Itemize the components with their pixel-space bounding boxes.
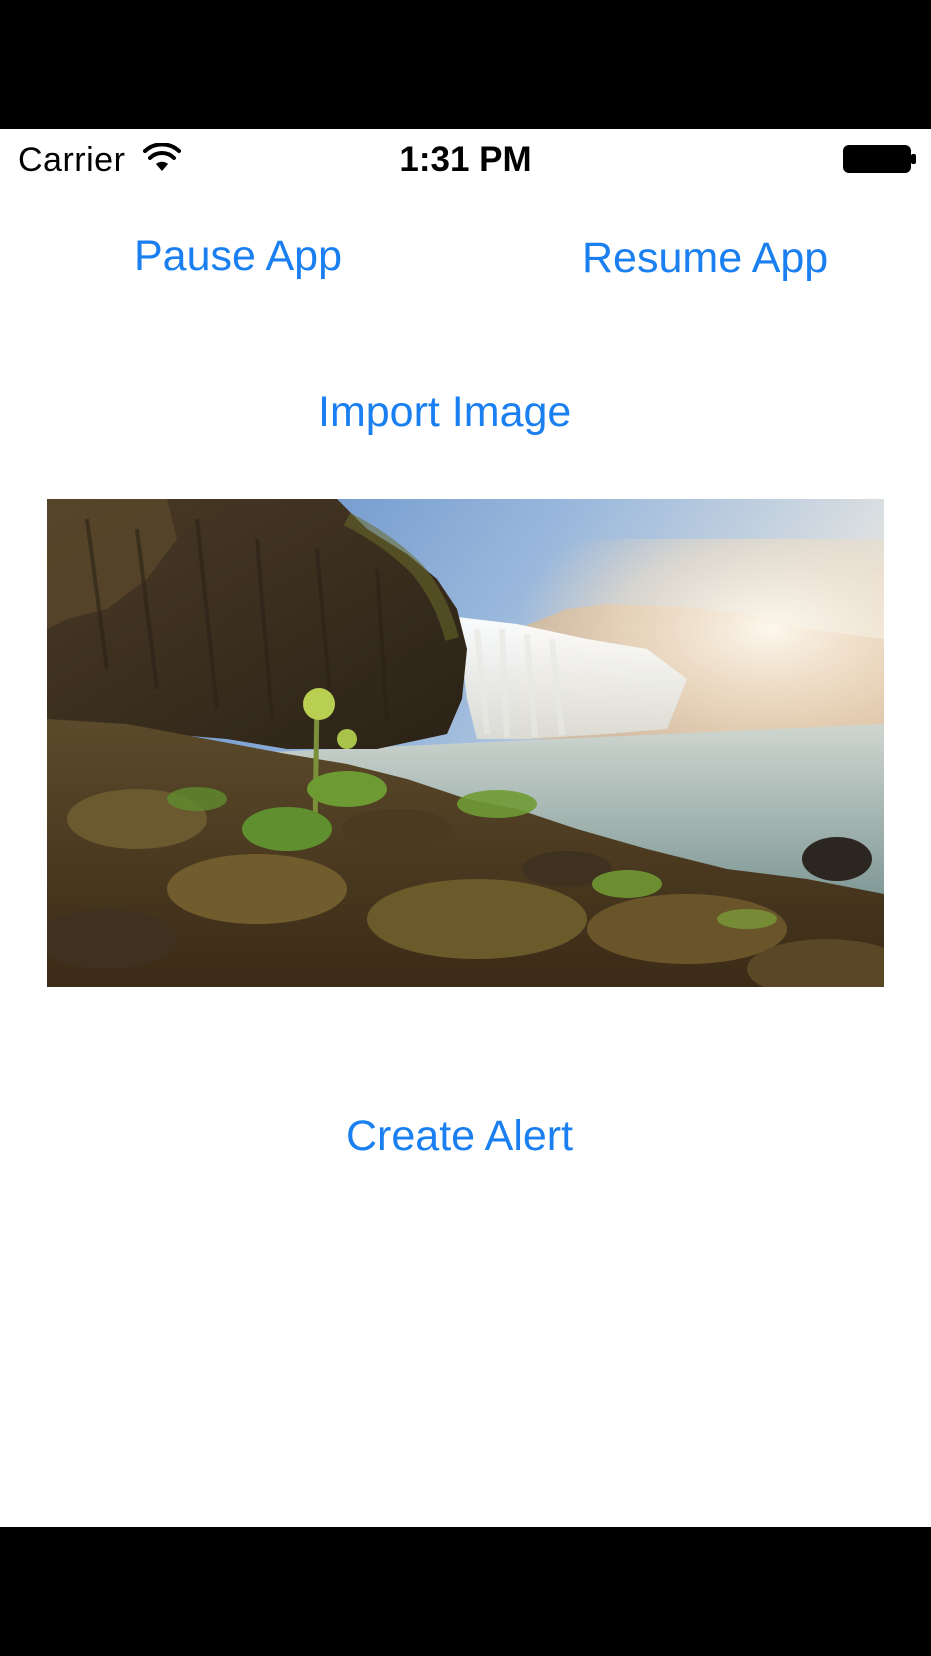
status-time: 1:31 PM [399,140,532,179]
imported-photo [47,499,884,987]
create-alert-button[interactable]: Create Alert [346,1115,573,1158]
resume-app-button[interactable]: Resume App [582,237,828,280]
pause-app-button[interactable]: Pause App [134,235,342,278]
app-screen: Carrier 1:31 PM Pause App Resume App Imp… [0,129,931,1527]
waterfall-photo-image [47,499,884,987]
top-bezel [0,0,931,129]
import-image-button[interactable]: Import Image [318,391,571,434]
battery-full-icon [843,145,916,173]
status-bar: Carrier 1:31 PM [0,129,931,189]
bottom-bezel [0,1527,931,1656]
